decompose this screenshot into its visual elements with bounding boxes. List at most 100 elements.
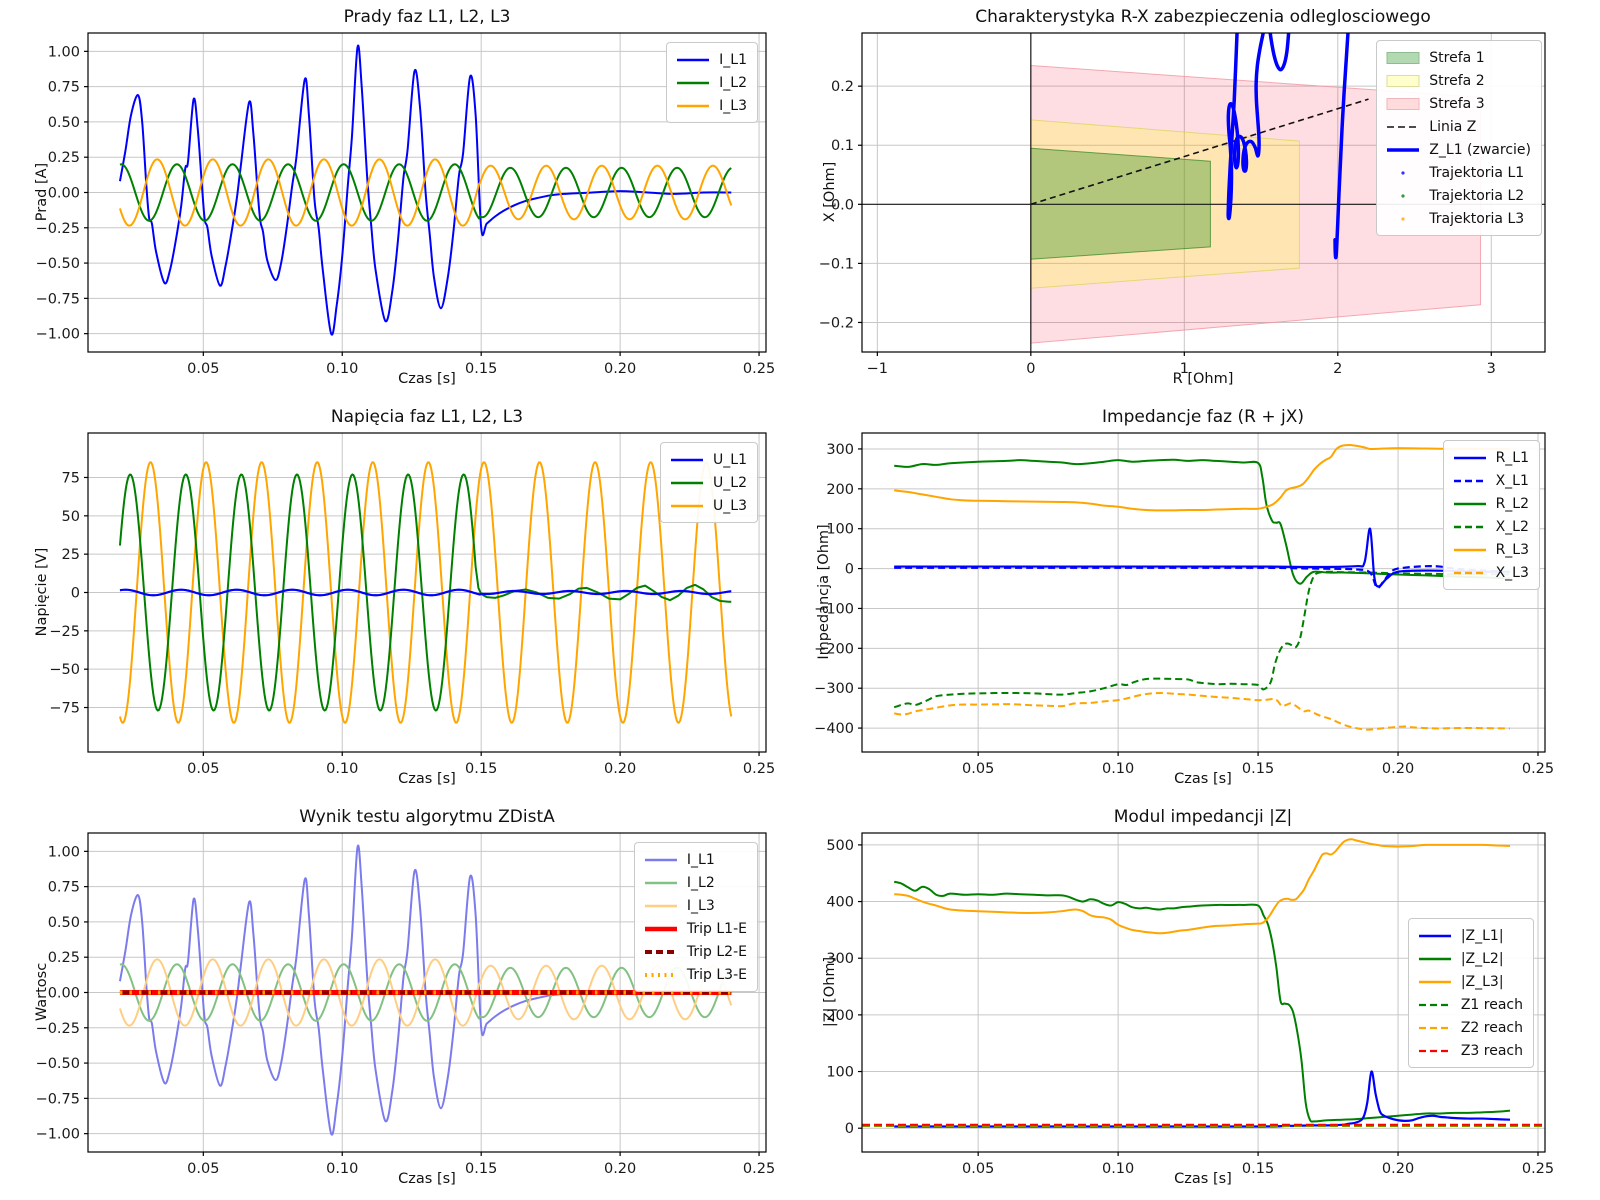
legend-key bbox=[669, 452, 705, 468]
svg-text:0.10: 0.10 bbox=[1102, 761, 1134, 777]
legend-key bbox=[1452, 450, 1488, 466]
svg-text:−1.00: −1.00 bbox=[36, 1127, 80, 1143]
series-r-l3 bbox=[894, 445, 1510, 510]
legend-key bbox=[1385, 96, 1421, 112]
legend-item-z1-reach: Z1 reach bbox=[1417, 993, 1523, 1016]
plot-title: Napięcia faz L1, L2, L3 bbox=[331, 407, 523, 427]
series-x-l1 bbox=[894, 566, 1510, 588]
legend: |Z_L1||Z_L2||Z_L3|Z1 reachZ2 reachZ3 rea… bbox=[1408, 918, 1534, 1068]
legend-item-strefa-3: Strefa 3 bbox=[1385, 92, 1531, 115]
svg-text:0.00: 0.00 bbox=[48, 186, 80, 202]
legend-key bbox=[675, 98, 711, 114]
legend-label: X_L2 bbox=[1496, 519, 1529, 535]
legend-label: Trip L1-E bbox=[687, 921, 747, 937]
legend-key bbox=[1452, 565, 1488, 581]
legend-label: Trajektoria L3 bbox=[1429, 211, 1524, 227]
legend-label: I_L1 bbox=[687, 852, 715, 868]
legend: R_L1X_L1R_L2X_L2R_L3X_L3 bbox=[1443, 440, 1540, 590]
svg-text:−1.00: −1.00 bbox=[36, 327, 80, 343]
x-axis-label: Czas [s] bbox=[398, 1171, 456, 1187]
svg-text:−1: −1 bbox=[867, 361, 888, 377]
legend-key bbox=[1385, 142, 1421, 158]
svg-text:0.25: 0.25 bbox=[48, 950, 80, 966]
svg-text:0.20: 0.20 bbox=[604, 761, 636, 777]
series-r-l1 bbox=[894, 529, 1510, 587]
svg-text:0: 0 bbox=[1026, 361, 1035, 377]
legend-key bbox=[643, 967, 679, 983]
svg-text:25: 25 bbox=[62, 547, 80, 563]
plot-title: Modul impedancji |Z| bbox=[1114, 807, 1293, 827]
svg-text:75: 75 bbox=[62, 470, 80, 486]
legend-item-r-l2: R_L2 bbox=[1452, 492, 1529, 515]
x-axis-label: Czas [s] bbox=[1174, 1171, 1232, 1187]
svg-text:−0.75: −0.75 bbox=[36, 1091, 80, 1107]
legend-item-x-l2: X_L2 bbox=[1452, 515, 1529, 538]
legend-key bbox=[1417, 997, 1453, 1013]
x-axis-label: R [Ohm] bbox=[1173, 371, 1234, 387]
svg-text:0.15: 0.15 bbox=[465, 761, 497, 777]
legend-key bbox=[1452, 542, 1488, 558]
y-axis-label: Wartosc bbox=[34, 963, 50, 1021]
x-axis-label: Czas [s] bbox=[1174, 771, 1232, 787]
legend-label: |Z_L2| bbox=[1461, 951, 1504, 967]
plot-title: Wynik testu algorytmu ZDistA bbox=[299, 807, 555, 827]
legend-key bbox=[643, 852, 679, 868]
legend-key bbox=[1385, 188, 1421, 204]
legend-item-u-l1: U_L1 bbox=[669, 448, 747, 471]
svg-text:0.05: 0.05 bbox=[962, 761, 994, 777]
svg-text:−50: −50 bbox=[49, 662, 80, 678]
legend-item-x-l3: X_L3 bbox=[1452, 561, 1529, 584]
legend-label: I_L2 bbox=[687, 875, 715, 891]
series-i-l1 bbox=[120, 46, 731, 335]
legend-label: Strefa 1 bbox=[1429, 50, 1484, 66]
legend-label: Linia Z bbox=[1429, 119, 1476, 135]
legend-label: Z2 reach bbox=[1461, 1020, 1523, 1036]
series-r-l2 bbox=[894, 460, 1510, 584]
series-x-l3 bbox=[894, 693, 1510, 730]
svg-text:500: 500 bbox=[826, 838, 854, 854]
svg-text:0.25: 0.25 bbox=[743, 1161, 775, 1177]
plot-content bbox=[894, 445, 1510, 730]
svg-text:−25: −25 bbox=[49, 624, 80, 640]
series-z-l1-trajectory bbox=[1269, 24, 1289, 70]
svg-text:0.10: 0.10 bbox=[326, 1161, 358, 1177]
panel-rx-characteristic: −101230.20.10.0−0.1−0.2 Charakterystyka … bbox=[800, 0, 1600, 400]
legend-item-z3-reach: Z3 reach bbox=[1417, 1039, 1523, 1062]
legend-item-i-l2: I_L2 bbox=[675, 71, 747, 94]
legend-key bbox=[1417, 974, 1453, 990]
svg-text:0.25: 0.25 bbox=[48, 150, 80, 166]
legend-key bbox=[669, 498, 705, 514]
legend-label: R_L3 bbox=[1496, 542, 1529, 558]
legend-label: U_L1 bbox=[713, 452, 747, 468]
svg-text:−0.75: −0.75 bbox=[36, 291, 80, 307]
svg-text:0: 0 bbox=[845, 1121, 854, 1137]
panel-impedance-modulus: 0.050.100.150.200.255004003002001000 Mod… bbox=[800, 800, 1600, 1200]
legend-key bbox=[1452, 519, 1488, 535]
svg-text:0.05: 0.05 bbox=[187, 361, 219, 377]
tick-labels: 0.050.100.150.200.251.000.750.500.250.00… bbox=[36, 44, 776, 377]
legend-key bbox=[675, 52, 711, 68]
svg-text:−0.25: −0.25 bbox=[36, 221, 80, 237]
svg-text:300: 300 bbox=[826, 442, 854, 458]
legend-item-i-l3: I_L3 bbox=[643, 894, 747, 917]
legend: I_L1I_L2I_L3 bbox=[666, 42, 758, 123]
legend-key bbox=[1385, 211, 1421, 227]
y-axis-label: |Z| [Ohm] bbox=[822, 957, 838, 1027]
svg-text:0.20: 0.20 bbox=[604, 361, 636, 377]
svg-text:0.50: 0.50 bbox=[48, 115, 80, 131]
series-x-l2 bbox=[894, 572, 1510, 708]
y-axis-label: Napięcie [V] bbox=[34, 548, 50, 637]
legend-label: Strefa 3 bbox=[1429, 96, 1484, 112]
legend: I_L1I_L2I_L3Trip L1-ETrip L2-ETrip L3-E bbox=[634, 842, 758, 992]
legend-label: Strefa 2 bbox=[1429, 73, 1484, 89]
legend-item-trip-l1-e: Trip L1-E bbox=[643, 917, 747, 940]
x-axis-label: Czas [s] bbox=[398, 771, 456, 787]
legend-label: R_L1 bbox=[1496, 450, 1529, 466]
plot-title: Charakterystyka R-X zabezpieczenia odleg… bbox=[975, 7, 1431, 27]
legend-label: I_L1 bbox=[719, 52, 747, 68]
legend-label: U_L2 bbox=[713, 475, 747, 491]
svg-text:1.00: 1.00 bbox=[48, 844, 80, 860]
legend-label: Z1 reach bbox=[1461, 997, 1523, 1013]
y-axis-label: Prad [A] bbox=[34, 163, 50, 221]
svg-text:−0.2: −0.2 bbox=[819, 315, 854, 331]
